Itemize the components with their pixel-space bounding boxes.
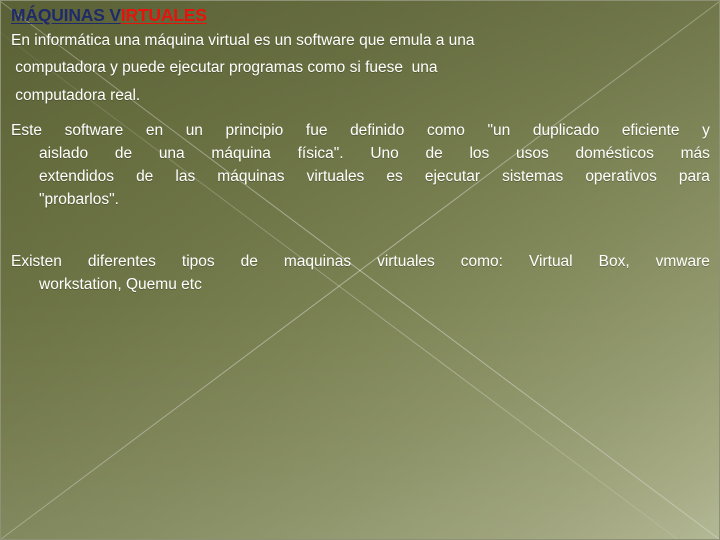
word: software: [64, 122, 124, 139]
slide-content: MÁQUINAS VIRTUALES En informática una má…: [0, 0, 720, 540]
word: Este: [11, 122, 43, 139]
paragraph-2-line-4: "probarlos".: [39, 191, 119, 208]
word: vmware: [655, 253, 710, 270]
word: virtuales: [306, 168, 365, 185]
word: máquina: [211, 145, 271, 162]
word: de: [240, 253, 258, 270]
word: duplicado: [532, 122, 600, 139]
word: extendidos: [39, 168, 114, 185]
page-title-red-part: IRTUALES: [120, 5, 207, 25]
word: de: [425, 145, 443, 162]
word: una: [158, 145, 185, 162]
paragraph-1-line-3: computadora real.: [11, 87, 141, 104]
word: para: [678, 168, 710, 185]
word: sistemas: [502, 168, 564, 185]
word: definido: [350, 122, 405, 139]
word: usos: [515, 145, 549, 162]
word: Box,: [598, 253, 630, 270]
word: ejecutar: [424, 168, 480, 185]
word: física".: [297, 145, 344, 162]
paragraph-1-line-2: computadora y puede ejecutar programas c…: [11, 59, 438, 76]
word: los: [469, 145, 490, 162]
page-title-blue-part: MÁQUINAS V: [11, 5, 121, 25]
paragraph-1-line-1: En informática una máquina virtual es un…: [11, 32, 475, 49]
word: Existen: [11, 253, 62, 270]
word: domésticos: [575, 145, 654, 162]
word: fue: [305, 122, 328, 139]
word: en: [145, 122, 164, 139]
word: operativos: [585, 168, 657, 185]
word: es: [386, 168, 403, 185]
word: y: [702, 122, 710, 139]
word: aislado: [39, 145, 89, 162]
word: Uno: [370, 145, 399, 162]
paragraph-3-line-2: workstation, Quemu etc: [39, 276, 202, 293]
word: de: [136, 168, 154, 185]
paragraph-2-line-1: Este software en un principio fue defini…: [11, 119, 710, 142]
page-title: MÁQUINAS VIRTUALES: [11, 5, 207, 26]
word: de: [114, 145, 133, 162]
paragraph-3-line-1: Existen diferentes tipos de maquinas vir…: [11, 250, 710, 273]
word: como:: [460, 253, 503, 270]
word: máquinas: [217, 168, 285, 185]
word: más: [680, 145, 710, 162]
slide-canvas: MÁQUINAS VIRTUALES En informática una má…: [0, 0, 720, 540]
word: las: [175, 168, 196, 185]
paragraph-3: Existen diferentes tipos de maquinas vir…: [11, 250, 710, 296]
word: Virtual: [528, 253, 573, 270]
word: virtuales: [377, 253, 435, 270]
word: un: [185, 122, 203, 139]
word: eficiente: [621, 122, 680, 139]
word: diferentes: [87, 253, 156, 270]
word: "un: [487, 122, 511, 139]
paragraph-2-line-2: aislado de una máquina física". Uno de l…: [11, 142, 710, 165]
paragraph-2: Este software en un principio fue defini…: [11, 119, 710, 211]
paragraph-2-line-3: extendidos de las máquinas virtuales es …: [11, 165, 710, 188]
word: como: [426, 122, 465, 139]
word: tipos: [181, 253, 215, 270]
word: maquinas: [283, 253, 352, 270]
word: principio: [225, 122, 284, 139]
